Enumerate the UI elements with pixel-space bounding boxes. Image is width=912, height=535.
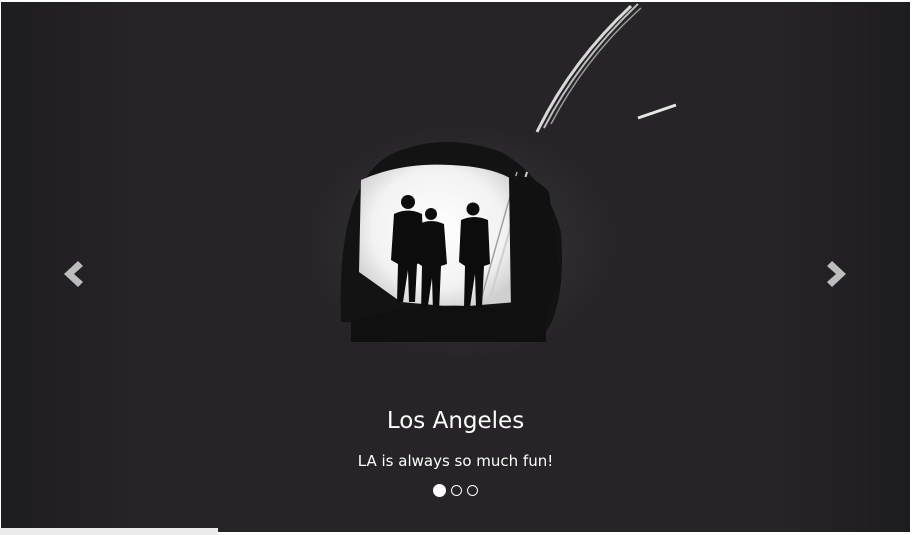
slide-title: Los Angeles: [386, 408, 525, 434]
indicator-dot-1[interactable]: [433, 484, 446, 497]
indicator-dot-2[interactable]: [451, 485, 462, 496]
slide-caption: LA is always so much fun!: [357, 452, 554, 470]
chevron-left-icon[interactable]: [57, 258, 87, 290]
horizontal-scrollbar[interactable]: [0, 528, 218, 535]
carousel-indicators: [1, 484, 910, 497]
indicator-dot-3[interactable]: [467, 485, 478, 496]
chevron-right-icon[interactable]: [823, 258, 853, 290]
image-carousel: Los Angeles LA is always so much fun!: [1, 2, 910, 532]
